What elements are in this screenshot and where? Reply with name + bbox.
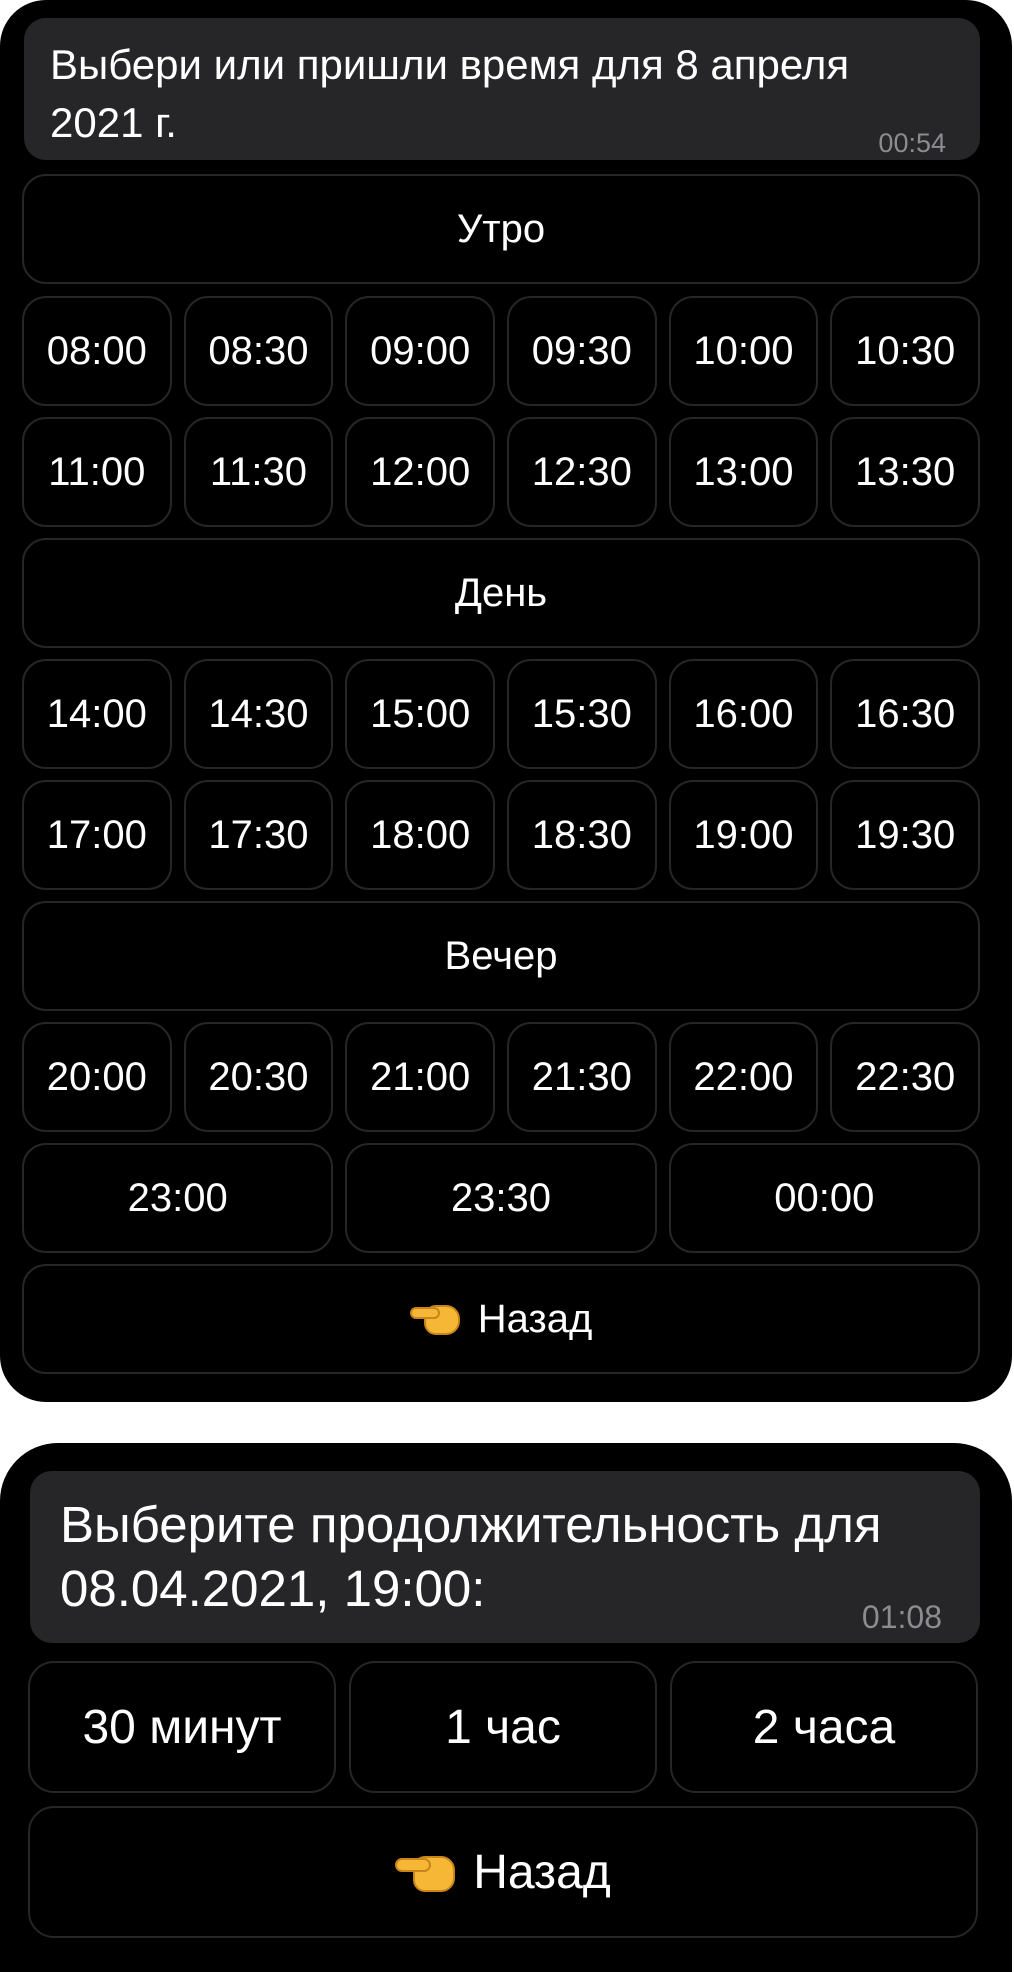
time-slot-button[interactable]: 20:30	[183, 1022, 334, 1132]
time-slot-button[interactable]: 17:00	[22, 780, 172, 890]
message-text: Выберите продолжительность для 08.04.202…	[60, 1496, 882, 1617]
time-slot-button[interactable]: 22:30	[830, 1022, 980, 1132]
duration-option-1-hour[interactable]: 1 час	[349, 1661, 657, 1793]
section-button-morning[interactable]: Утро	[22, 174, 980, 284]
message-bubble: Выбери или пришли время для 8 апреля 202…	[24, 18, 980, 160]
time-slot-button[interactable]: 16:00	[668, 659, 819, 769]
duration-option-30-min[interactable]: 30 минут	[28, 1661, 336, 1793]
time-slot-button[interactable]: 14:30	[183, 659, 334, 769]
time-slot-button[interactable]: 18:30	[507, 780, 657, 890]
back-button-label: Назад	[477, 1296, 593, 1341]
time-slot-button[interactable]: 16:30	[830, 659, 980, 769]
time-slot-button[interactable]: 12:30	[507, 417, 657, 527]
time-slot-button[interactable]: 13:30	[830, 417, 980, 527]
section-button-evening[interactable]: Вечер	[22, 901, 980, 1011]
time-slot-button[interactable]: 19:30	[830, 780, 980, 890]
backhand-index-pointing-left-icon	[409, 1299, 462, 1339]
time-slot-button[interactable]: 23:30	[345, 1143, 657, 1253]
time-slot-button[interactable]: 15:00	[345, 659, 495, 769]
duration-picker-panel: Выберите продолжительность для 08.04.202…	[0, 1443, 1012, 1972]
time-slot-button[interactable]: 08:30	[183, 296, 334, 406]
time-slot-button[interactable]: 12:00	[345, 417, 495, 527]
duration-option-2-hours[interactable]: 2 часа	[670, 1661, 978, 1793]
time-slot-button[interactable]: 13:00	[668, 417, 819, 527]
time-slot-button[interactable]: 11:30	[183, 417, 334, 527]
time-slot-button[interactable]: 09:30	[507, 296, 657, 406]
time-slot-button[interactable]: 00:00	[668, 1143, 980, 1253]
section-button-day[interactable]: День	[22, 538, 980, 648]
time-slot-button[interactable]: 21:00	[345, 1022, 495, 1132]
time-slot-button[interactable]: 22:00	[668, 1022, 819, 1132]
time-slot-button[interactable]: 10:00	[668, 296, 819, 406]
time-slot-button[interactable]: 14:00	[22, 659, 172, 769]
back-button-label: Назад	[473, 1845, 611, 1899]
time-slot-button[interactable]: 18:00	[345, 780, 495, 890]
message-timestamp: 01:08	[861, 1599, 942, 1635]
time-slot-button[interactable]: 23:00	[22, 1143, 334, 1253]
time-slot-button[interactable]: 10:30	[830, 296, 980, 406]
time-slot-button[interactable]: 09:00	[345, 296, 495, 406]
backhand-index-pointing-left-icon	[395, 1848, 457, 1896]
time-slot-button[interactable]: 11:00	[22, 417, 172, 527]
back-button[interactable]: Назад	[22, 1264, 980, 1374]
message-text: Выбери или пришли время для 8 апреля 202…	[50, 41, 850, 146]
time-slot-button[interactable]: 08:00	[22, 296, 172, 406]
back-button[interactable]: Назад	[28, 1806, 978, 1938]
time-picker-panel: Выбери или пришли время для 8 апреля 202…	[0, 0, 1012, 1402]
time-slot-button[interactable]: 17:30	[183, 780, 334, 890]
time-slot-button[interactable]: 20:00	[22, 1022, 172, 1132]
time-slot-button[interactable]: 15:30	[507, 659, 657, 769]
message-bubble: Выберите продолжительность для 08.04.202…	[30, 1471, 980, 1643]
time-slot-button[interactable]: 21:30	[507, 1022, 657, 1132]
time-slot-button[interactable]: 19:00	[668, 780, 819, 890]
message-timestamp: 00:54	[878, 128, 946, 158]
